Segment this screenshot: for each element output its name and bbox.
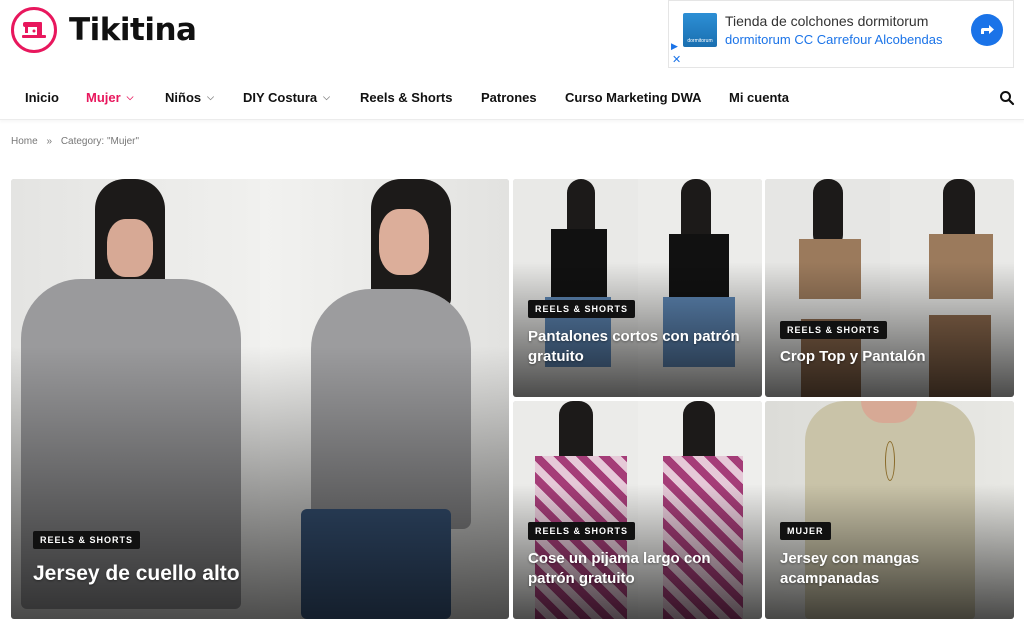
post-category-tag[interactable]: REELS & SHORTS	[33, 531, 141, 549]
post-category-tag[interactable]: REELS & SHORTS	[780, 321, 888, 339]
site-header: Tikitina dormitorum Tienda de colchones …	[0, 0, 1024, 80]
nav-item-reels-shorts[interactable]: Reels & Shorts	[360, 90, 452, 105]
ad-title[interactable]: Tienda de colchones dormitorum	[725, 13, 928, 29]
ad-close-icon[interactable]: ✕	[672, 53, 681, 66]
face-shape	[107, 219, 153, 277]
sewing-machine-icon	[11, 7, 57, 53]
post-title[interactable]: Crop Top y Pantalón	[780, 347, 1002, 367]
chevron-down-icon: ⌵	[126, 92, 134, 102]
nav-item-patrones[interactable]: Patrones	[481, 90, 537, 105]
nav-item-ninos[interactable]: Niños ⌵	[165, 90, 214, 105]
chevron-down-icon: ⌵	[207, 92, 214, 102]
post-category-tag[interactable]: MUJER	[780, 522, 831, 540]
nav-item-inicio[interactable]: Inicio	[25, 90, 59, 105]
post-title[interactable]: Cose un pijama largo con patrón gratuito	[528, 549, 750, 589]
nav-item-diy-costura[interactable]: DIY Costura ⌵	[243, 90, 330, 105]
site-logo[interactable]: Tikitina	[11, 7, 197, 53]
face-shape	[379, 209, 429, 275]
breadcrumb-home[interactable]: Home	[11, 136, 38, 147]
post-title[interactable]: Jersey de cuello alto	[33, 561, 473, 587]
post-category-tag[interactable]: REELS & SHORTS	[528, 522, 636, 540]
search-icon[interactable]	[999, 90, 1017, 108]
featured-post-card[interactable]: REELS & SHORTS Jersey de cuello alto	[11, 179, 509, 619]
post-card[interactable]: REELS & SHORTS Crop Top y Pantalón	[765, 179, 1014, 397]
post-card[interactable]: REELS & SHORTS Pantalones cortos con pat…	[513, 179, 762, 397]
ad-choices-play-icon[interactable]: ▶	[671, 41, 678, 52]
nav-item-mujer[interactable]: Mujer ⌵	[86, 90, 134, 105]
post-title[interactable]: Jersey con mangas acampanadas	[780, 549, 1002, 589]
ad-banner[interactable]: dormitorum Tienda de colchones dormitoru…	[668, 0, 1014, 68]
directions-arrow-icon[interactable]	[971, 14, 1003, 46]
site-name: Tikitina	[69, 12, 197, 48]
post-card[interactable]: MUJER Jersey con mangas acampanadas	[765, 401, 1014, 619]
main-nav: Inicio Mujer ⌵ Niños ⌵ DIY Costura ⌵ Reels …	[0, 80, 1024, 120]
ad-thumbnail: dormitorum	[683, 13, 717, 47]
breadcrumb-separator: »	[46, 136, 53, 147]
ad-subtitle[interactable]: dormitorum CC Carrefour Alcobendas	[725, 32, 942, 47]
nav-item-curso-marketing[interactable]: Curso Marketing DWA	[565, 90, 702, 105]
necklace-shape	[885, 441, 895, 481]
chevron-down-icon: ⌵	[323, 92, 330, 102]
nav-item-mi-cuenta[interactable]: Mi cuenta	[729, 90, 789, 105]
post-title[interactable]: Pantalones cortos con patrón gratuito	[528, 327, 750, 367]
post-category-tag[interactable]: REELS & SHORTS	[528, 300, 636, 318]
breadcrumb: Home » Category: "Mujer"	[11, 136, 139, 147]
post-card[interactable]: REELS & SHORTS Cose un pijama largo con …	[513, 401, 762, 619]
breadcrumb-current: Category: "Mujer"	[60, 136, 140, 147]
